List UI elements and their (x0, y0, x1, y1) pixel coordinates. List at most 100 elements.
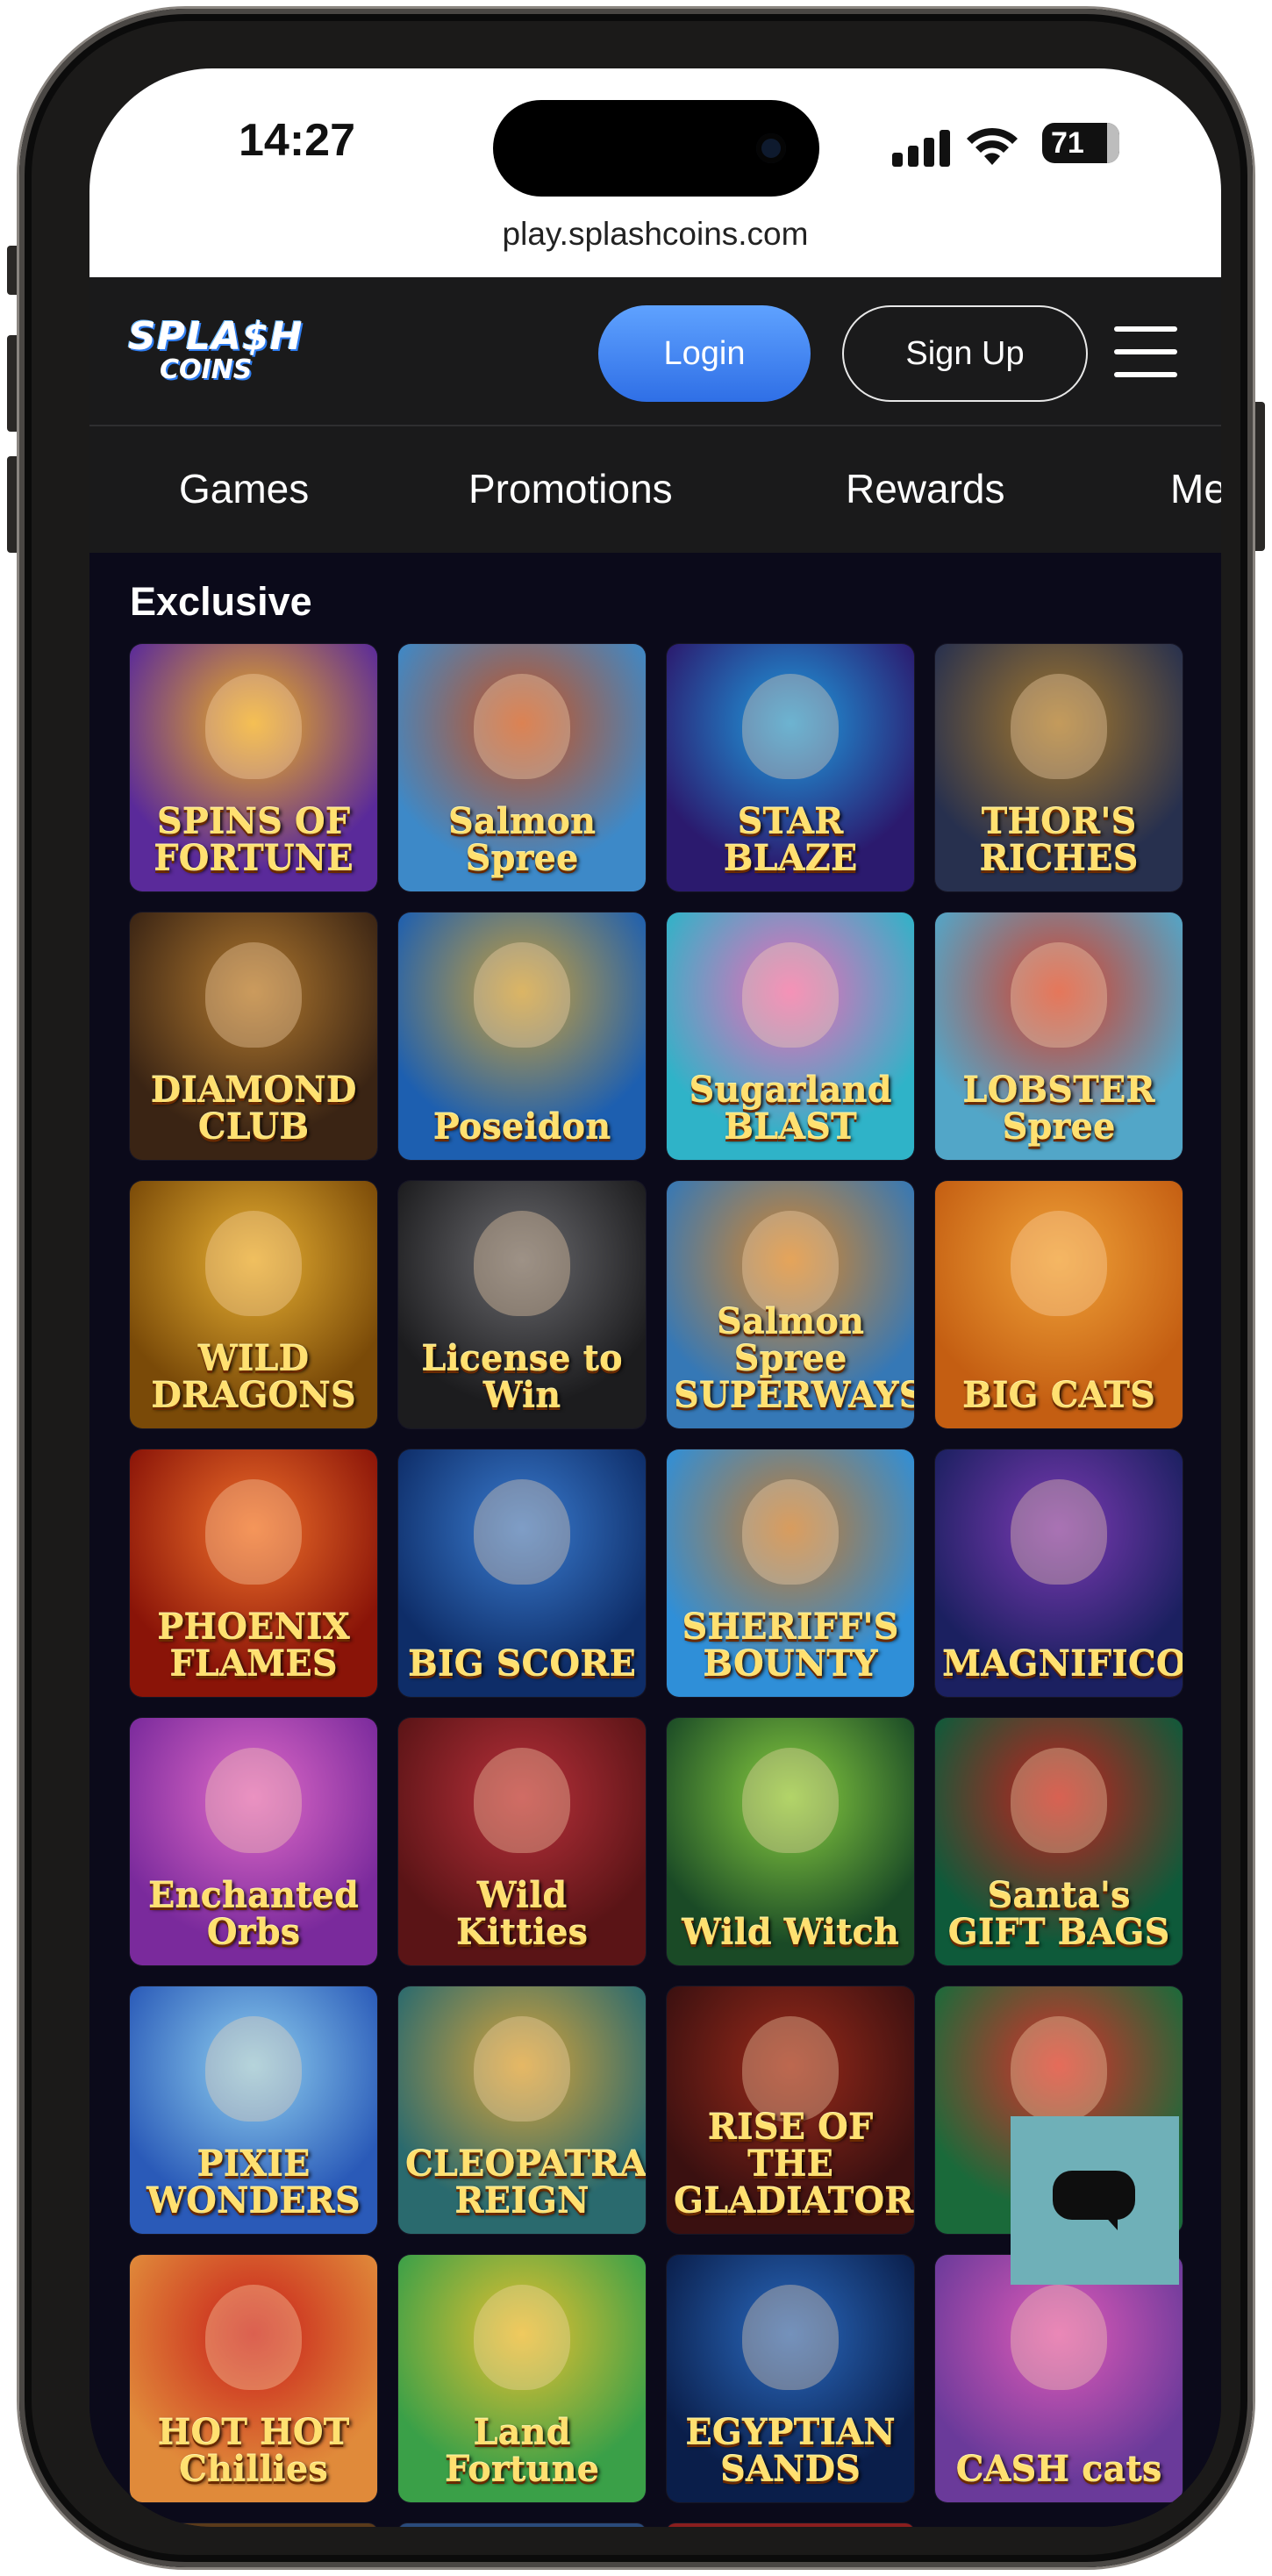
game-title: BIG CATS (962, 1375, 1155, 1416)
game-character-art (742, 1211, 839, 1316)
game-title: Wild Witch (682, 1912, 899, 1953)
phone-screen: 14:27 71 play.splashcoins.com SPLA$H COI… (89, 68, 1221, 2527)
game-tile[interactable]: Salmon Spree SUPERWAYS (667, 1181, 914, 1428)
dynamic-island (493, 100, 819, 197)
game-title: Salmon Spree SUPERWAYS (674, 1301, 914, 1416)
game-tile[interactable]: LOBSTER Spree (935, 912, 1183, 1160)
game-character-art (474, 674, 570, 779)
login-button[interactable]: Login (598, 305, 811, 402)
power-button (1251, 402, 1265, 551)
game-character-art (474, 1748, 570, 1853)
game-tile[interactable]: HOT HOT Chillies (130, 2255, 377, 2502)
game-title: DIAMOND CLUB (150, 1070, 357, 1148)
game-tile[interactable]: SPINS OF FORTUNE (130, 644, 377, 891)
game-tile[interactable]: THOR'S RICHES (935, 644, 1183, 891)
game-character-art (1011, 942, 1107, 1048)
game-title: MAGNIFICO (942, 1643, 1183, 1685)
game-character-art (1011, 1211, 1107, 1316)
game-tile-partial[interactable] (130, 2523, 377, 2527)
game-character-art (205, 1748, 302, 1853)
game-tile[interactable]: Santa's GIFT BAGS (935, 1718, 1183, 1965)
splash-coins-logo[interactable]: SPLA$H COINS (128, 314, 302, 385)
status-bar: 14:27 71 play.splashcoins.com (89, 68, 1221, 277)
game-character-art (742, 1748, 839, 1853)
game-title: Land Fortune (444, 2412, 600, 2490)
game-character-art (205, 674, 302, 779)
game-title: LOBSTER Spree (962, 1070, 1155, 1148)
game-tile[interactable]: Enchanted Orbs (130, 1718, 377, 1965)
signal-icon (892, 128, 950, 167)
game-character-art (742, 942, 839, 1048)
game-tile[interactable]: Poseidon (398, 912, 646, 1160)
nav-item-rewards[interactable]: Rewards (846, 465, 1005, 512)
game-title: PHOENIX FLAMES (157, 1606, 350, 1685)
game-character-art (1011, 674, 1107, 779)
game-character-art (205, 1211, 302, 1316)
game-character-art (205, 1479, 302, 1585)
game-title: License to Win (421, 1338, 623, 1416)
game-title: PIXIE WONDERS (146, 2143, 361, 2222)
game-tile[interactable]: BIG SCORE (398, 1449, 646, 1697)
game-title: BIG SCORE (408, 1643, 636, 1685)
game-tile[interactable]: SHERIFF'S BOUNTY (667, 1449, 914, 1697)
game-tile[interactable]: EGYPTIAN SANDS (667, 2255, 914, 2502)
game-title: THOR'S RICHES (979, 801, 1139, 879)
game-title: SPINS OF FORTUNE (154, 801, 354, 879)
game-character-art (742, 674, 839, 779)
game-tile[interactable]: Wild Witch (667, 1718, 914, 1965)
game-title: WILD DRAGONS (151, 1338, 356, 1416)
site-header: SPLA$H COINS Login Sign Up (89, 277, 1221, 426)
game-title: HOT HOT Chillies (157, 2412, 350, 2490)
game-tile[interactable]: RISE OF THE GLADIATOR (667, 1986, 914, 2234)
game-tile[interactable]: PHOENIX FLAMES (130, 1449, 377, 1697)
game-character-art (742, 1479, 839, 1585)
game-tile-partial[interactable] (667, 2523, 914, 2527)
game-title: CLEOPATRA'S REIGN (405, 2143, 646, 2222)
menu-icon[interactable] (1114, 326, 1177, 377)
game-tile[interactable]: CASH cats (935, 2255, 1183, 2502)
nav-item-games[interactable]: Games (179, 465, 309, 512)
game-title: Santa's GIFT BAGS (947, 1875, 1170, 1953)
game-character-art (1011, 2285, 1107, 2390)
game-tile[interactable]: WILD DRAGONS (130, 1181, 377, 1428)
game-tile[interactable]: Salmon Spree (398, 644, 646, 891)
logo-text-top: SPLA$H (128, 314, 304, 359)
game-character-art (742, 2285, 839, 2390)
game-character-art (1011, 1748, 1107, 1853)
game-character-art (474, 2016, 570, 2122)
nav-item-promotions[interactable]: Promotions (468, 465, 673, 512)
game-tile[interactable]: DIAMOND CLUB (130, 912, 377, 1160)
nav-item-more[interactable]: Me (1170, 465, 1221, 512)
logo-text-bottom: COINS (160, 354, 253, 385)
game-tile[interactable]: License to Win (398, 1181, 646, 1428)
game-tile[interactable]: MAGNIFICO (935, 1449, 1183, 1697)
game-title: SHERIFF'S BOUNTY (682, 1606, 899, 1685)
game-tile[interactable]: Sugarland BLAST (667, 912, 914, 1160)
game-character-art (205, 942, 302, 1048)
game-tile[interactable]: Wild Kitties (398, 1718, 646, 1965)
game-character-art (1011, 1479, 1107, 1585)
game-tile[interactable]: Land Fortune (398, 2255, 646, 2502)
game-title: STAR BLAZE (723, 801, 858, 879)
game-title: Enchanted Orbs (148, 1875, 359, 1953)
game-character-art (474, 1479, 570, 1585)
chat-button[interactable] (1011, 2116, 1179, 2285)
chat-icon (1053, 2171, 1135, 2220)
address-bar-url[interactable]: play.splashcoins.com (89, 216, 1221, 253)
game-character-art (474, 2285, 570, 2390)
game-title: EGYPTIAN SANDS (685, 2412, 896, 2490)
game-tile[interactable]: BIG CATS (935, 1181, 1183, 1428)
sign-up-button[interactable]: Sign Up (842, 305, 1088, 402)
game-title: RISE OF THE GLADIATOR (674, 2107, 914, 2222)
wifi-icon (967, 127, 1018, 165)
game-title: Salmon Spree (447, 801, 597, 879)
game-title: CASH cats (955, 2449, 1162, 2490)
game-title: Poseidon (432, 1106, 611, 1148)
status-time: 14:27 (239, 115, 355, 166)
game-tile-partial[interactable] (398, 2523, 646, 2527)
battery-level: 71 (1051, 126, 1084, 160)
game-tile[interactable]: CLEOPATRA'S REIGN (398, 1986, 646, 2234)
game-tile[interactable]: PIXIE WONDERS (130, 1986, 377, 2234)
game-tile[interactable]: STAR BLAZE (667, 644, 914, 891)
game-title: Sugarland BLAST (689, 1070, 892, 1148)
